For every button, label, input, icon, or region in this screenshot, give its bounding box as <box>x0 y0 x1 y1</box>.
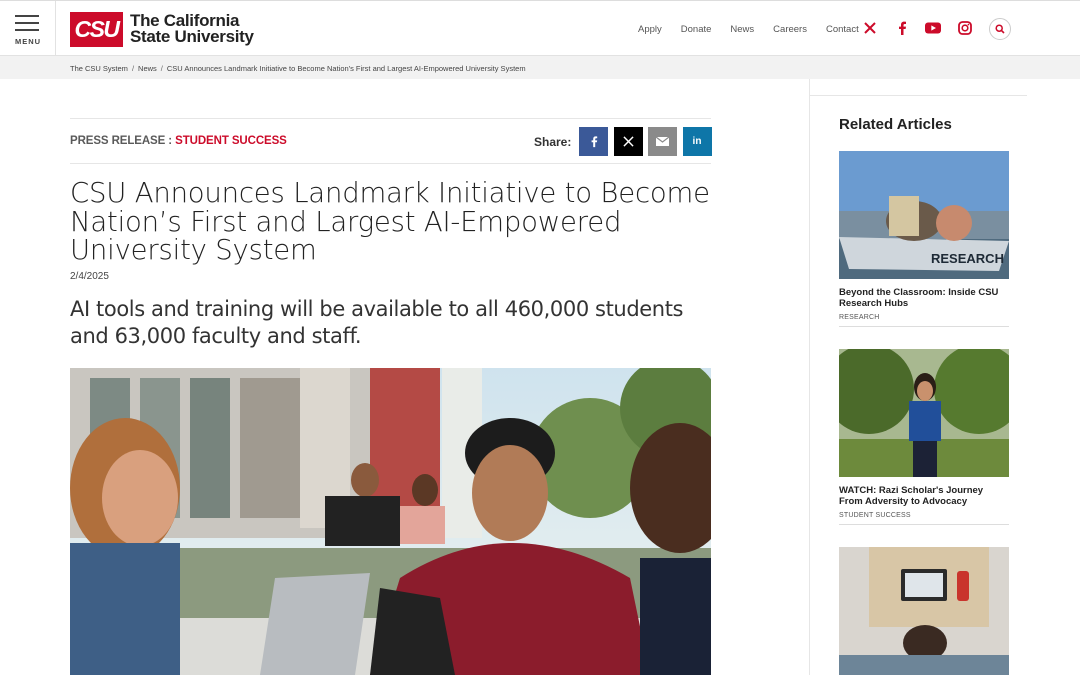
related-article-thumbnail[interactable] <box>839 547 1009 675</box>
boat-research-text: RESEARCH <box>931 251 1004 266</box>
sidebar-divider <box>810 95 1027 96</box>
nav-apply[interactable]: Apply <box>638 24 662 35</box>
menu-button[interactable]: MENU <box>0 1 56 57</box>
article-date: 2/4/2025 <box>70 270 109 282</box>
hamburger-icon-bar <box>15 29 39 31</box>
breadcrumb-separator: / <box>160 64 163 73</box>
share-x-button[interactable] <box>613 127 643 156</box>
x-icon[interactable] <box>861 19 879 37</box>
card-divider <box>839 524 1009 525</box>
breadcrumb-news[interactable]: News <box>138 64 157 73</box>
related-article-title[interactable]: Beyond the Classroom: Inside CSU Researc… <box>839 287 1009 309</box>
related-article-tag: STUDENT SUCCESS <box>839 512 911 519</box>
share-linkedin-button[interactable]: in <box>682 127 712 156</box>
related-article-thumbnail[interactable]: RESEARCH <box>839 151 1009 279</box>
share-buttons: in <box>579 127 717 156</box>
nav-contact[interactable]: Contact <box>826 24 859 35</box>
related-article-card[interactable]: RESEARCH Beyond the Classroom: Inside CS… <box>839 151 1009 327</box>
logo-mark: CSU <box>70 11 123 47</box>
breadcrumb-current: CSU Announces Landmark Initiative to Bec… <box>166 64 526 73</box>
search-button[interactable] <box>989 18 1011 40</box>
share-facebook-button[interactable] <box>579 127 608 156</box>
article-meta-row: PRESS RELEASE : STUDENT SUCCESS Share: i… <box>70 118 712 164</box>
x-icon <box>622 136 634 147</box>
press-release-label: PRESS RELEASE : STUDENT SUCCESS <box>70 135 287 147</box>
article-headline: CSU Announces Landmark Initiative to Bec… <box>70 177 710 266</box>
youtube-icon[interactable] <box>924 19 942 37</box>
breadcrumb-separator: / <box>131 64 135 73</box>
related-article-title[interactable]: WATCH: Razi Scholar's Journey From Adver… <box>839 485 1009 507</box>
csu-logo[interactable]: CSU The California State University <box>70 11 254 47</box>
nav-donate[interactable]: Donate <box>681 24 712 35</box>
logo-line-2: State University <box>130 27 254 46</box>
hamburger-icon <box>15 15 39 17</box>
facebook-icon[interactable] <box>893 19 911 37</box>
hero-image <box>70 368 711 675</box>
category-link[interactable]: STUDENT SUCCESS <box>175 135 287 147</box>
top-nav: Apply Donate News Careers Contact <box>638 24 878 35</box>
breadcrumb-csu-system[interactable]: The CSU System <box>70 64 128 73</box>
nav-careers[interactable]: Careers <box>773 24 807 35</box>
logo-wordmark: The California State University <box>130 12 254 46</box>
facebook-icon <box>591 136 597 148</box>
social-links <box>861 19 987 37</box>
related-article-card[interactable] <box>839 547 1009 675</box>
instagram-icon[interactable] <box>956 19 974 37</box>
linkedin-icon: in <box>692 136 702 147</box>
breadcrumb: The CSU System / News / CSU Announces Landma… <box>0 56 1080 79</box>
article: PRESS RELEASE : STUDENT SUCCESS Share: i… <box>70 118 712 351</box>
share-email-button[interactable] <box>648 127 677 156</box>
menu-label: MENU <box>14 37 42 46</box>
email-icon <box>656 137 669 146</box>
card-divider <box>839 326 1009 327</box>
site-header: MENU CSU The California State University… <box>0 0 1080 57</box>
press-label: PRESS RELEASE : <box>70 135 173 147</box>
related-article-tag: RESEARCH <box>839 314 880 321</box>
related-article-thumbnail[interactable] <box>839 349 1009 477</box>
related-articles-sidebar: Related Articles RESEARCH Beyond the Cla… <box>809 79 1027 675</box>
nav-news[interactable]: News <box>730 24 754 35</box>
article-subhead: AI tools and training will be available … <box>70 296 684 349</box>
search-icon <box>995 24 1005 34</box>
related-article-card[interactable]: WATCH: Razi Scholar's Journey From Adver… <box>839 349 1009 525</box>
related-articles-title: Related Articles <box>839 116 952 133</box>
hamburger-icon-bar <box>15 22 39 24</box>
share-label: Share: <box>534 135 572 149</box>
